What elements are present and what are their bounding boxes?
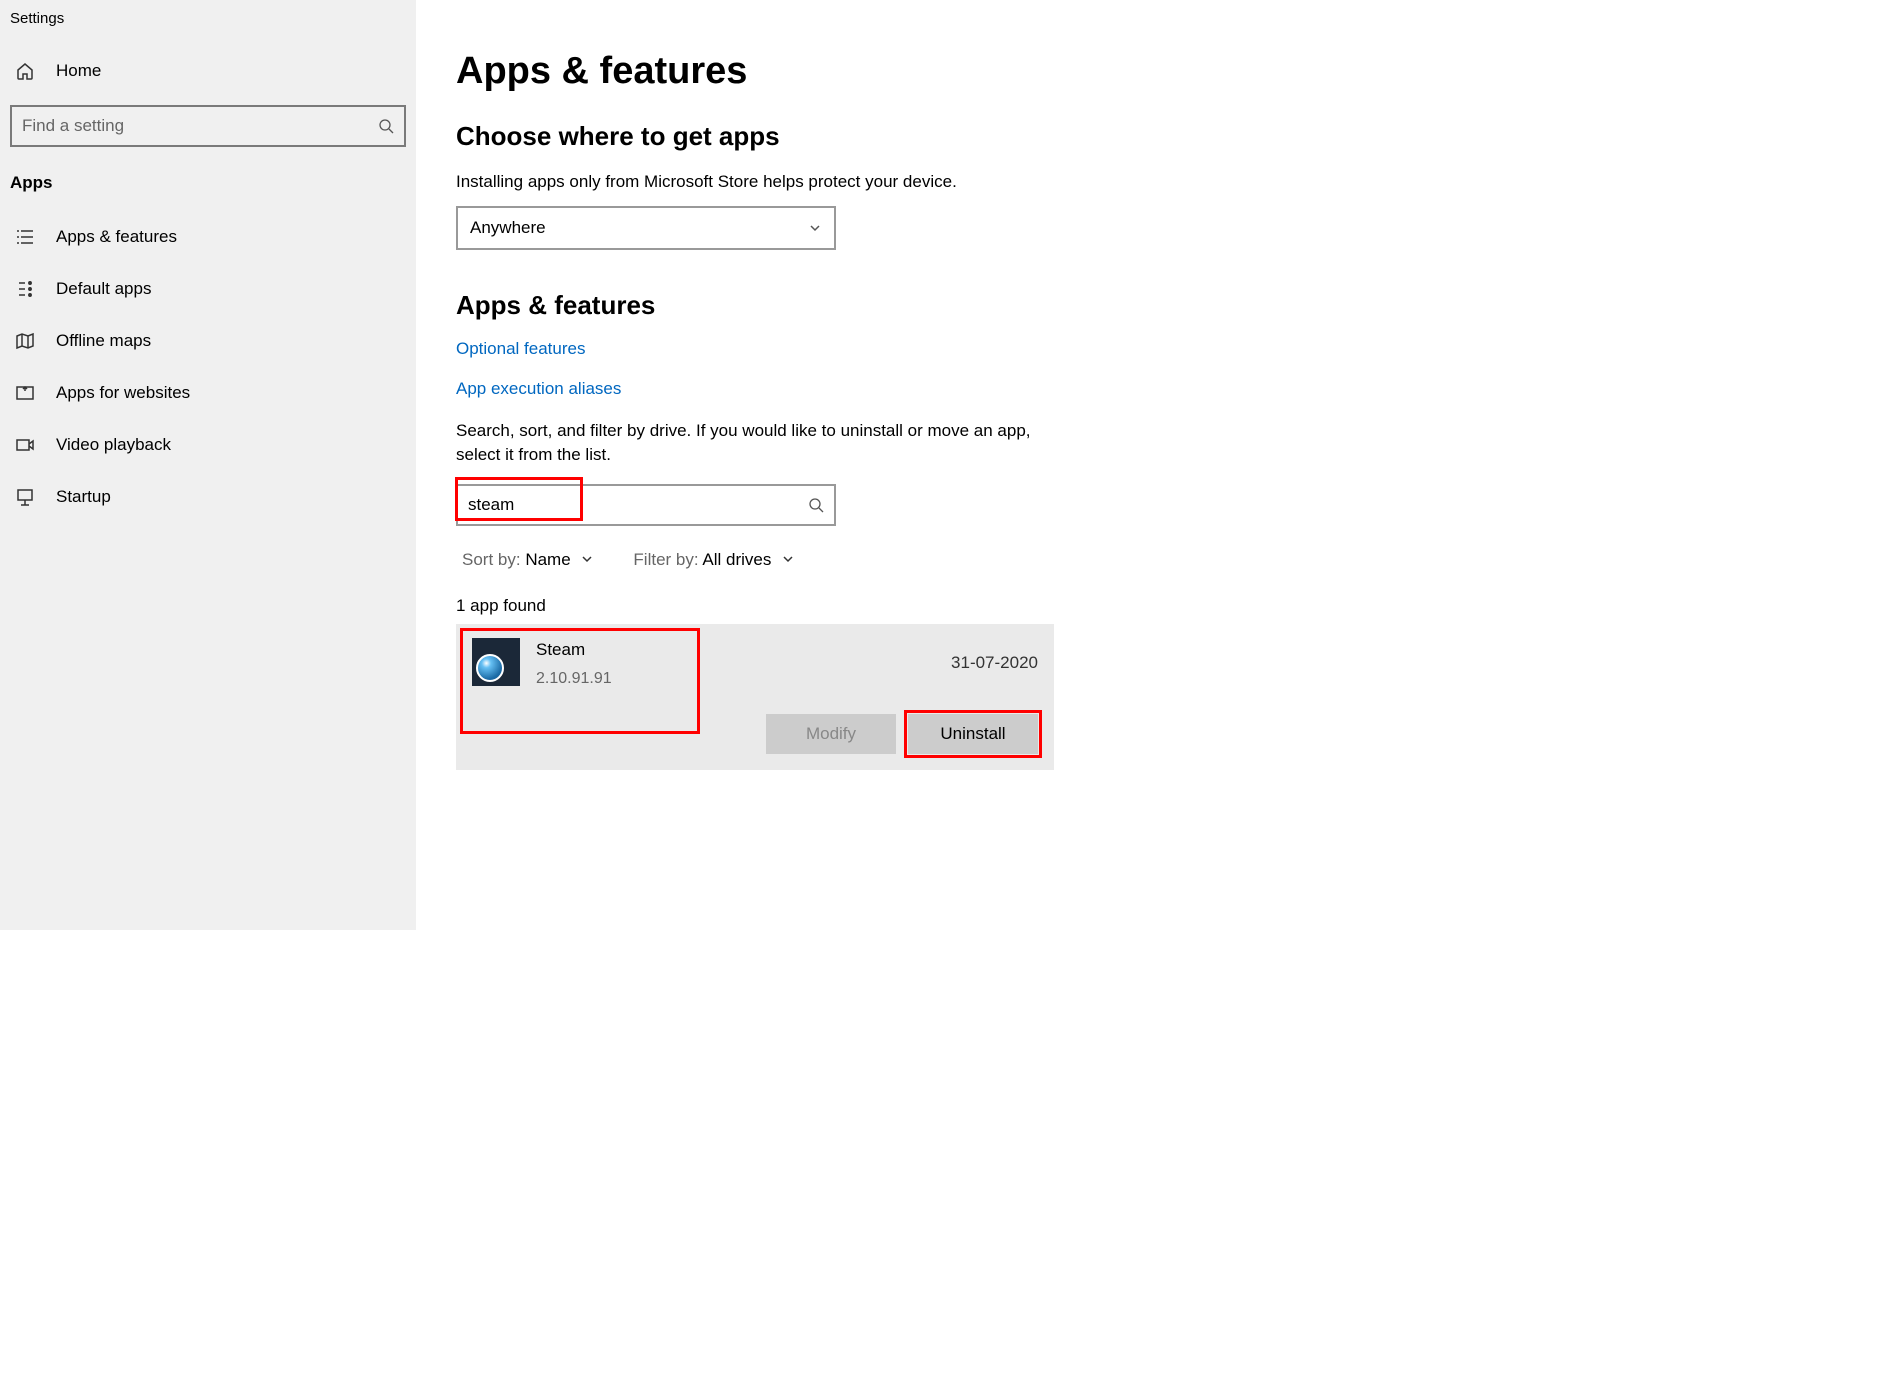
link-execution-aliases[interactable]: App execution aliases (456, 379, 1230, 399)
app-version: 2.10.91.91 (536, 670, 951, 688)
apps-websites-icon (14, 383, 36, 403)
sort-by-label: Sort by: (462, 550, 521, 569)
app-search-input[interactable] (468, 495, 808, 515)
chevron-down-icon (782, 554, 794, 568)
steam-app-icon (472, 638, 520, 686)
uninstall-button[interactable]: Uninstall (908, 714, 1038, 754)
sort-by-value: Name (525, 550, 570, 569)
sidebar-item-video-playback[interactable]: Video playback (0, 419, 416, 471)
filter-by-label: Filter by: (633, 550, 698, 569)
source-selected: Anywhere (470, 218, 546, 238)
video-playback-icon (14, 435, 36, 455)
apps-features-icon (14, 227, 36, 247)
found-count: 1 app found (456, 596, 1230, 616)
sidebar-item-label: Apps & features (56, 227, 177, 247)
sidebar-item-label: Apps for websites (56, 383, 190, 403)
link-optional-features[interactable]: Optional features (456, 339, 1230, 359)
app-card[interactable]: Steam 2.10.91.91 31-07-2020 Modify Unins… (456, 624, 1054, 770)
filter-by-value: All drives (702, 550, 771, 569)
sidebar-item-apps-websites[interactable]: Apps for websites (0, 367, 416, 419)
sidebar-item-label: Default apps (56, 279, 151, 299)
page-title: Apps & features (456, 50, 1230, 93)
default-apps-icon (14, 279, 36, 299)
chevron-down-icon (581, 554, 593, 568)
startup-icon (14, 487, 36, 507)
sidebar-item-label: Video playback (56, 435, 171, 455)
filter-by[interactable]: Filter by: All drives (633, 550, 794, 570)
main-content: Apps & features Choose where to get apps… (416, 0, 1280, 930)
sidebar-item-apps-features[interactable]: Apps & features (0, 211, 416, 263)
choose-desc: Installing apps only from Microsoft Stor… (456, 170, 1076, 194)
sidebar: Settings Home Apps Apps & features Defa (0, 0, 416, 930)
home-icon (14, 61, 36, 81)
sidebar-item-default-apps[interactable]: Default apps (0, 263, 416, 315)
modify-button[interactable]: Modify (766, 714, 896, 754)
window-title: Settings (0, 6, 416, 45)
af-heading: Apps & features (456, 290, 1230, 321)
search-icon (808, 497, 824, 513)
nav-home-label: Home (56, 61, 101, 81)
sidebar-section: Apps (0, 165, 416, 211)
sidebar-item-offline-maps[interactable]: Offline maps (0, 315, 416, 367)
af-desc: Search, sort, and filter by drive. If yo… (456, 419, 1076, 467)
sidebar-search[interactable] (10, 105, 406, 147)
sort-by[interactable]: Sort by: Name (462, 550, 593, 570)
chevron-down-icon (808, 221, 822, 235)
sidebar-item-startup[interactable]: Startup (0, 471, 416, 523)
sidebar-item-label: Startup (56, 487, 111, 507)
app-search[interactable] (456, 484, 836, 526)
app-date: 31-07-2020 (951, 653, 1038, 673)
search-icon (378, 118, 394, 134)
app-name: Steam (536, 640, 951, 660)
sidebar-item-label: Offline maps (56, 331, 151, 351)
sidebar-search-input[interactable] (22, 116, 378, 136)
nav-home[interactable]: Home (0, 45, 416, 97)
source-dropdown[interactable]: Anywhere (456, 206, 836, 250)
offline-maps-icon (14, 331, 36, 351)
choose-heading: Choose where to get apps (456, 121, 1230, 152)
